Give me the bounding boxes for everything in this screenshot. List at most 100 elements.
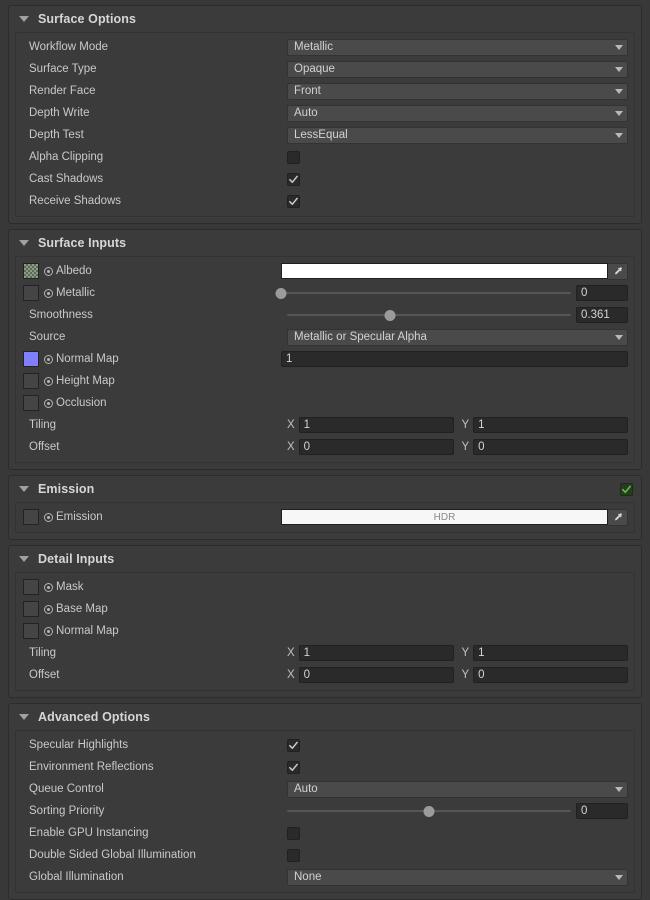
dropdown-render-face[interactable]: Front — [287, 82, 628, 100]
dropdown-global-illumination[interactable]: None — [287, 868, 628, 886]
chevron-down-icon[interactable] — [19, 16, 29, 22]
checkbox-alpha-clipping[interactable] — [287, 150, 300, 164]
color-swatch-albedo[interactable] — [281, 263, 608, 279]
label-occlusion: Occlusion — [56, 397, 107, 409]
slider-knob[interactable] — [384, 309, 396, 321]
section-title: Detail Inputs — [38, 552, 115, 566]
label-emission: Emission — [56, 511, 103, 523]
target-dot-icon[interactable] — [44, 626, 53, 636]
dropdown-value: LessEqual — [294, 129, 348, 141]
chevron-down-icon[interactable] — [19, 240, 29, 246]
texture-swatch-metallic[interactable] — [23, 285, 39, 301]
input-tiling-y[interactable]: 1 — [473, 417, 628, 433]
label-smoothness: Smoothness — [29, 309, 93, 321]
dropdown-value: Metallic or Specular Alpha — [294, 331, 427, 343]
row-double-sided-gi: Double Sided Global Illumination — [16, 844, 634, 866]
label-receive-shadows: Receive Shadows — [29, 195, 122, 207]
input-offset-x[interactable]: 0 — [298, 439, 454, 455]
row-detail-normal-map: Normal Map — [16, 620, 634, 642]
chevron-down-icon — [615, 110, 623, 116]
section-header-detail-inputs[interactable]: Detail Inputs — [9, 546, 641, 572]
color-field-emission: HDR — [281, 508, 628, 526]
texture-swatch-normal-map[interactable] — [23, 351, 39, 367]
input-detail-tiling-x[interactable]: 1 — [298, 645, 454, 661]
row-global-illumination: Global Illumination None — [16, 866, 634, 888]
slider-knob[interactable] — [275, 287, 287, 299]
texture-swatch-emission[interactable] — [23, 509, 39, 525]
color-swatch-emission[interactable]: HDR — [281, 509, 608, 525]
label-detail-tiling-x: X — [287, 647, 295, 659]
eyedropper-icon[interactable] — [608, 508, 628, 526]
slider-sorting-priority[interactable] — [287, 803, 571, 819]
input-normal-map-strength[interactable]: 1 — [281, 351, 628, 367]
chevron-down-icon — [615, 88, 623, 94]
row-enable-gpu-instancing: Enable GPU Instancing — [16, 822, 634, 844]
row-normal-map: Normal Map 1 — [16, 348, 634, 370]
input-detail-offset-x[interactable]: 0 — [298, 667, 454, 683]
dropdown-queue-control[interactable]: Auto — [287, 780, 628, 798]
label-detail-offset: Offset — [29, 669, 60, 681]
section-body-surface-inputs: Albedo Metallic 0 Smoothness 0.361 Sourc… — [15, 256, 635, 463]
check-icon — [289, 175, 298, 183]
target-dot-icon[interactable] — [44, 288, 53, 298]
dropdown-depth-test[interactable]: LessEqual — [287, 126, 628, 144]
section-title: Emission — [38, 482, 95, 496]
chevron-down-icon[interactable] — [19, 556, 29, 562]
eyedropper-icon[interactable] — [608, 262, 628, 280]
chevron-down-icon — [615, 44, 623, 50]
dropdown-source[interactable]: Metallic or Specular Alpha — [287, 328, 628, 346]
input-detail-tiling-y[interactable]: 1 — [473, 645, 628, 661]
row-occlusion: Occlusion — [16, 392, 634, 414]
input-smoothness-value[interactable]: 0.361 — [576, 307, 628, 323]
slider-metallic[interactable] — [275, 285, 571, 301]
checkbox-specular-highlights[interactable] — [287, 738, 300, 752]
target-dot-icon[interactable] — [44, 582, 53, 592]
section-header-advanced-options[interactable]: Advanced Options — [9, 704, 641, 730]
input-sorting-priority-value[interactable]: 0 — [576, 803, 628, 819]
target-dot-icon[interactable] — [44, 376, 53, 386]
dropdown-depth-write[interactable]: Auto — [287, 104, 628, 122]
slider-smoothness[interactable] — [287, 307, 571, 323]
checkbox-double-sided-gi[interactable] — [287, 848, 300, 862]
input-metallic-value[interactable]: 0 — [576, 285, 628, 301]
checkbox-enable-gpu-instancing[interactable] — [287, 826, 300, 840]
label-detail-offset-y: Y — [461, 669, 470, 681]
section-header-emission[interactable]: Emission — [9, 476, 641, 502]
chevron-down-icon[interactable] — [19, 486, 29, 492]
section-header-surface-options[interactable]: Surface Options — [9, 6, 641, 32]
dropdown-workflow-mode[interactable]: Metallic — [287, 38, 628, 56]
chevron-down-icon — [615, 334, 623, 340]
label-albedo: Albedo — [56, 265, 92, 277]
checkbox-environment-reflections[interactable] — [287, 760, 300, 774]
input-offset-y[interactable]: 0 — [473, 439, 628, 455]
section-header-surface-inputs[interactable]: Surface Inputs — [9, 230, 641, 256]
texture-swatch-height-map[interactable] — [23, 373, 39, 389]
input-tiling-x[interactable]: 1 — [298, 417, 454, 433]
label-offset-y: Y — [461, 441, 470, 453]
target-dot-icon[interactable] — [44, 512, 53, 522]
texture-swatch-albedo[interactable] — [23, 263, 39, 279]
checkbox-receive-shadows[interactable] — [287, 194, 300, 208]
slider-knob[interactable] — [423, 805, 435, 817]
row-emission: Emission HDR — [16, 506, 634, 528]
target-dot-icon[interactable] — [44, 398, 53, 408]
check-icon — [289, 197, 298, 205]
label-emission-group: Emission — [23, 509, 281, 525]
section-body-surface-options: Workflow Mode Metallic Surface Type Opaq… — [15, 32, 635, 217]
checkbox-emission-enabled[interactable] — [620, 482, 633, 496]
target-dot-icon[interactable] — [44, 604, 53, 614]
dropdown-value: Opaque — [294, 63, 335, 75]
texture-swatch-base-map[interactable] — [23, 601, 39, 617]
target-dot-icon[interactable] — [44, 354, 53, 364]
section-body-emission: Emission HDR — [15, 502, 635, 533]
target-dot-icon[interactable] — [44, 266, 53, 276]
checkbox-cast-shadows[interactable] — [287, 172, 300, 186]
chevron-down-icon[interactable] — [19, 714, 29, 720]
texture-swatch-occlusion[interactable] — [23, 395, 39, 411]
slider-track — [281, 292, 571, 294]
texture-swatch-detail-normal-map[interactable] — [23, 623, 39, 639]
input-detail-offset-y[interactable]: 0 — [473, 667, 628, 683]
texture-swatch-mask[interactable] — [23, 579, 39, 595]
label-albedo-group: Albedo — [23, 263, 281, 279]
dropdown-surface-type[interactable]: Opaque — [287, 60, 628, 78]
